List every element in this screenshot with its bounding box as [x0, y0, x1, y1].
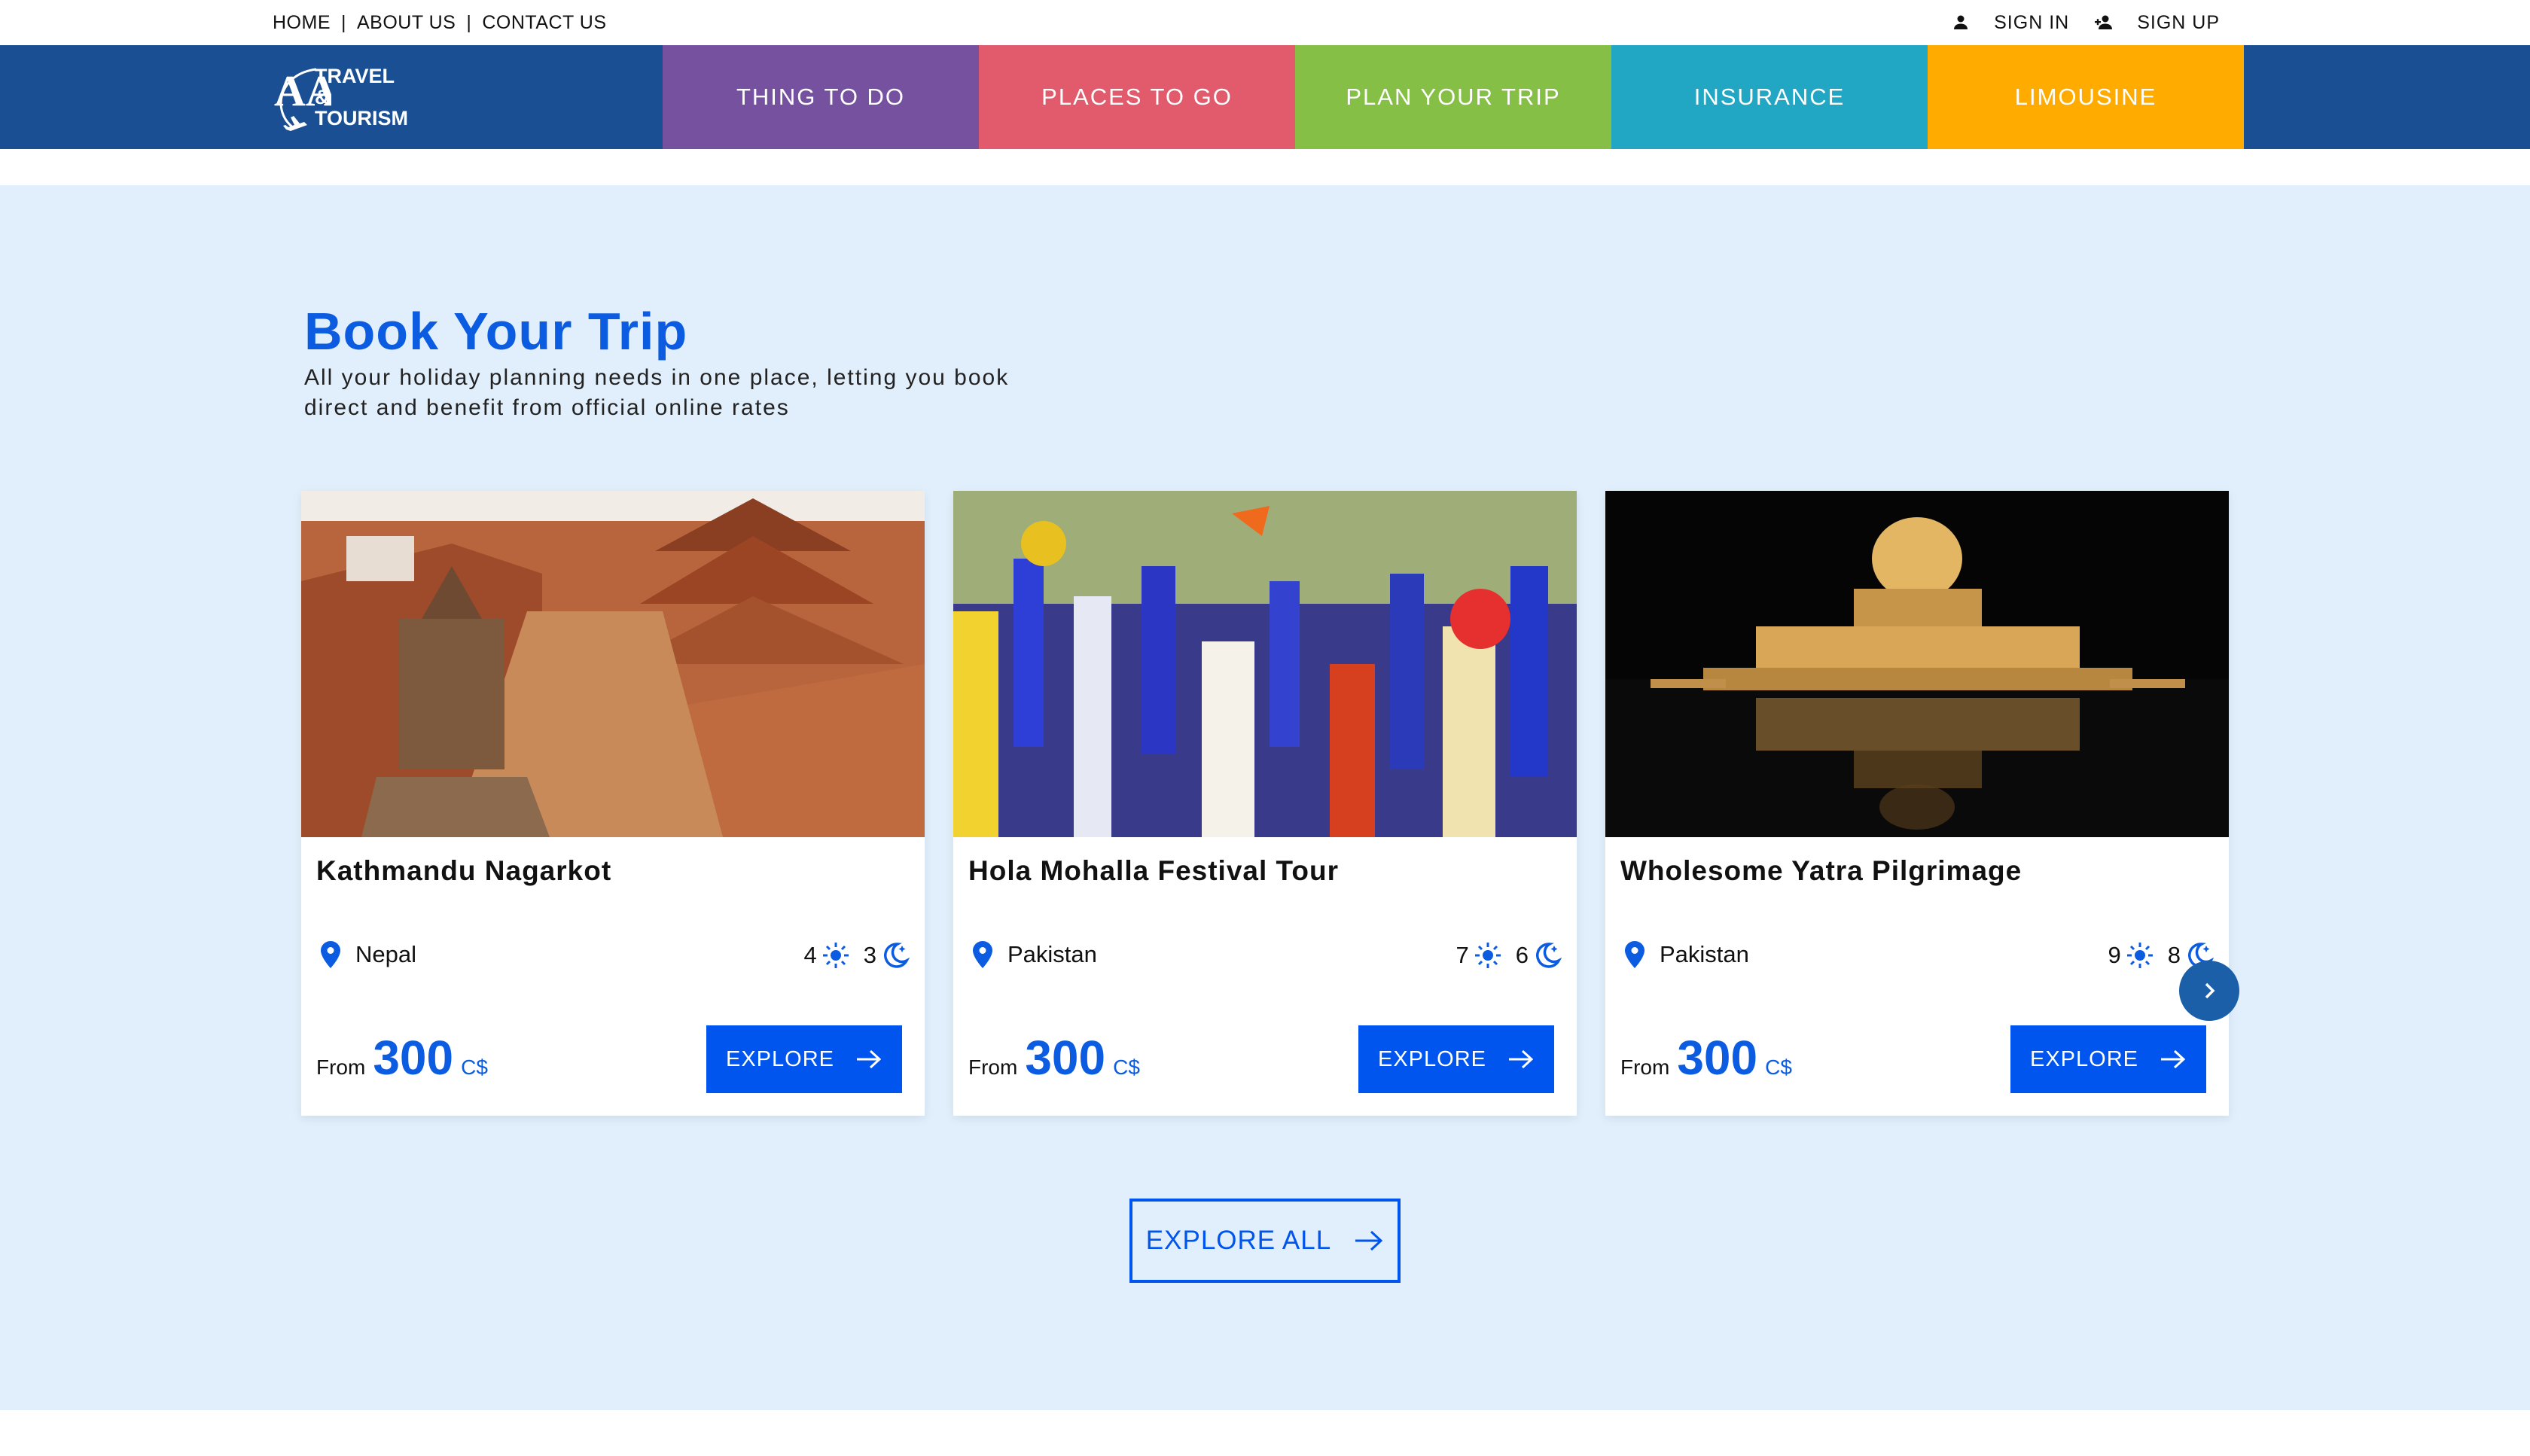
- explore-all-label: EXPLORE ALL: [1145, 1226, 1332, 1255]
- location-text: Nepal: [355, 941, 416, 967]
- tab-thing-to-do[interactable]: THING TO DO: [663, 45, 979, 149]
- explore-label: EXPLORE: [726, 1046, 834, 1071]
- nights-count: 6: [1515, 942, 1529, 968]
- location-text: Pakistan: [1007, 941, 1097, 967]
- card-title: Kathmandu Nagarkot: [316, 855, 612, 886]
- card-price: From 300 C$: [1620, 1030, 1792, 1086]
- trip-duration: 7 6: [1456, 941, 1562, 970]
- price-from-label: From: [968, 1055, 1018, 1079]
- home-link[interactable]: HOME: [273, 12, 331, 34]
- price-amount: 300: [373, 1031, 454, 1085]
- location-pin-icon: [321, 941, 340, 968]
- explore-label: EXPLORE: [2030, 1046, 2138, 1071]
- sign-up-link[interactable]: SIGN UP: [2095, 12, 2220, 34]
- contact-us-link[interactable]: CONTACT US: [482, 12, 606, 34]
- card-location: Pakistan: [1620, 941, 1749, 968]
- add-user-icon: [2095, 15, 2113, 29]
- auth-links: SIGN IN SIGN UP: [1952, 0, 2220, 45]
- explore-button[interactable]: EXPLORE: [1358, 1025, 1554, 1093]
- card-title: Wholesome Yatra Pilgrimage: [1620, 855, 2022, 886]
- card-price: From 300 C$: [316, 1030, 488, 1086]
- explore-all-button[interactable]: EXPLORE ALL: [1129, 1199, 1401, 1283]
- days-count: 9: [2108, 942, 2121, 968]
- price-amount: 300: [1677, 1031, 1758, 1085]
- nav-tabs: THING TO DO PLACES TO GO PLAN YOUR TRIP …: [663, 45, 2244, 149]
- sign-in-label: SIGN IN: [1994, 11, 2070, 33]
- tab-insurance[interactable]: INSURANCE: [1611, 45, 1928, 149]
- trip-card[interactable]: Hola Mohalla Festival Tour Pakistan 7 6 …: [953, 491, 1577, 1116]
- user-icon: [1954, 15, 1968, 29]
- days-count: 7: [1456, 942, 1469, 968]
- nights-count: 8: [2167, 942, 2181, 968]
- main-navigation: AA TRAVEL & TOURISM THING TO DO PLACES T…: [0, 45, 2530, 149]
- carousel-next-button[interactable]: [2179, 961, 2239, 1021]
- site-logo[interactable]: AA TRAVEL & TOURISM: [271, 51, 408, 143]
- book-trip-section: Book Your Trip All your holiday planning…: [0, 185, 2530, 1410]
- moon-icon: [884, 943, 910, 968]
- sun-icon: [1474, 943, 1501, 968]
- subtitle-line-1: All your holiday planning needs in one p…: [304, 365, 1010, 390]
- section-title: Book Your Trip: [304, 302, 688, 361]
- subtitle-line-2: direct and benefit from official online …: [304, 395, 790, 420]
- plane-logo-icon: AA: [274, 66, 331, 131]
- moon-icon: [1536, 943, 1562, 968]
- price-amount: 300: [1025, 1031, 1106, 1085]
- chevron-right-icon: [2205, 982, 2215, 999]
- location-pin-icon: [1625, 941, 1644, 968]
- explore-button[interactable]: EXPLORE: [2010, 1025, 2206, 1093]
- card-title: Hola Mohalla Festival Tour: [968, 855, 1340, 886]
- card-location: Nepal: [316, 941, 416, 968]
- trip-card[interactable]: Kathmandu Nagarkot Nepal 4 3 From 300 C$…: [301, 491, 925, 1116]
- arrow-right-icon: [2161, 1049, 2186, 1069]
- price-from-label: From: [1620, 1055, 1670, 1079]
- price-currency: C$: [461, 1055, 488, 1079]
- separator: |: [341, 11, 346, 33]
- tab-places-to-go[interactable]: PLACES TO GO: [979, 45, 1295, 149]
- arrow-right-icon: [1509, 1049, 1534, 1069]
- tab-plan-your-trip[interactable]: PLAN YOUR TRIP: [1295, 45, 1611, 149]
- card-price: From 300 C$: [968, 1030, 1140, 1086]
- sun-icon: [822, 943, 849, 968]
- sun-icon: [2126, 943, 2153, 968]
- days-count: 4: [803, 942, 817, 968]
- separator: |: [466, 11, 472, 33]
- trip-card[interactable]: Wholesome Yatra Pilgrimage Pakistan 9 8 …: [1605, 491, 2229, 1116]
- location-pin-icon: [973, 941, 992, 968]
- explore-label: EXPLORE: [1378, 1046, 1486, 1071]
- nights-count: 3: [863, 942, 876, 968]
- tab-limousine[interactable]: LIMOUSINE: [1928, 45, 2244, 149]
- top-links: HOME | ABOUT US | CONTACT US: [273, 0, 607, 45]
- arrow-right-icon: [857, 1049, 882, 1069]
- festival-crowd-photo: [953, 491, 1577, 837]
- arrow-right-icon: [1355, 1230, 1383, 1251]
- sign-in-link[interactable]: SIGN IN: [1952, 12, 2069, 34]
- section-subtitle: All your holiday planning needs in one p…: [304, 363, 1117, 423]
- about-us-link[interactable]: ABOUT US: [357, 12, 456, 34]
- trip-duration: 4 3: [804, 941, 910, 970]
- location-text: Pakistan: [1660, 941, 1749, 967]
- top-utility-bar: HOME | ABOUT US | CONTACT US SIGN IN SIG…: [0, 0, 2530, 45]
- price-currency: C$: [1765, 1055, 1792, 1079]
- gurdwara-night-photo: [1605, 491, 2229, 837]
- explore-button[interactable]: EXPLORE: [706, 1025, 902, 1093]
- sign-up-label: SIGN UP: [2137, 11, 2220, 33]
- price-from-label: From: [316, 1055, 366, 1079]
- card-location: Pakistan: [968, 941, 1097, 968]
- temple-city-photo: [301, 491, 925, 837]
- price-currency: C$: [1113, 1055, 1140, 1079]
